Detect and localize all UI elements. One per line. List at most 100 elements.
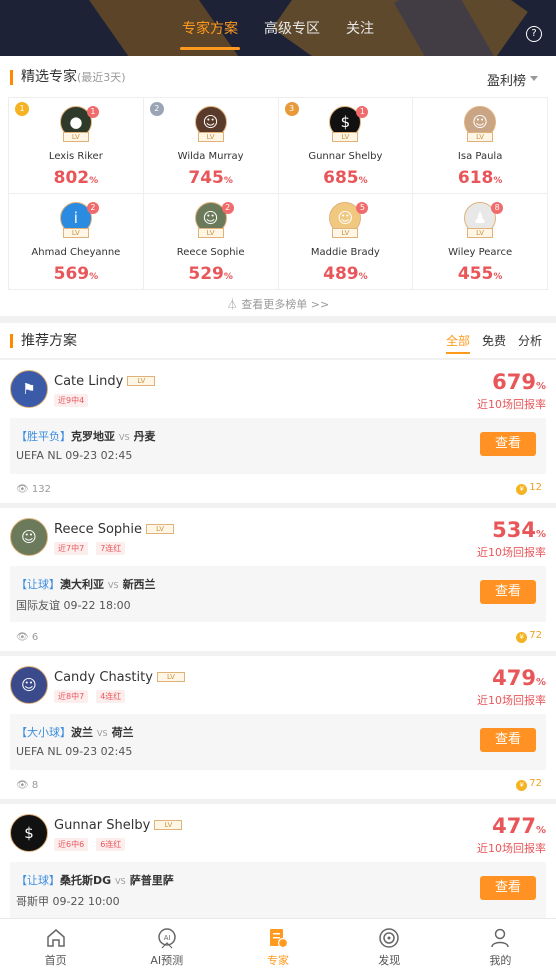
match-teams: 【让球】澳大利亚 VS 新西兰	[16, 576, 156, 592]
count-badge: 2	[86, 202, 99, 214]
profile-icon	[491, 928, 510, 948]
return-rate-label: 近10场回报率	[477, 546, 546, 559]
level-badge: LV	[156, 672, 185, 682]
return-rate-label: 近10场回报率	[477, 694, 546, 707]
expert-card[interactable]: ☺ LV 5 Maddie Brady 489%	[278, 194, 414, 290]
view-button[interactable]: 查看	[480, 728, 536, 752]
view-button[interactable]: 查看	[480, 580, 536, 604]
expert-rate-value: 802	[53, 168, 90, 188]
nav-expert[interactable]: 专家	[222, 919, 333, 973]
plan-card[interactable]: ☺ Candy Chastity LV 近8中7 4连红 479% 近10场回报率 …	[0, 656, 556, 799]
nav-profile[interactable]: 我的	[445, 919, 556, 973]
level-badge: LV	[197, 132, 224, 142]
view-count-value: 8	[31, 780, 39, 791]
play-type: 【胜平负】	[16, 430, 71, 443]
expert-rate: 685%	[279, 168, 413, 188]
expert-rate-unit: %	[89, 272, 99, 282]
home-team: 波兰	[71, 726, 93, 739]
play-type: 【大小球】	[16, 726, 71, 739]
plan-card[interactable]: $ Gunnar Shelby LV 近6中6 6连红 477% 近10场回报率 【…	[0, 804, 556, 918]
expert-card[interactable]: 3 $ LV 1 Gunnar Shelby 685%	[278, 98, 414, 194]
expert-card[interactable]: ☺ LV Isa Paula 618%	[413, 98, 548, 194]
record-tags: 近8中7 4连红	[54, 690, 126, 703]
filter-analysis[interactable]: 分析	[518, 332, 542, 354]
avatar[interactable]: ☺	[10, 518, 48, 556]
return-rate-value: 534	[492, 518, 536, 542]
vs-label: VS	[115, 877, 126, 886]
match-info[interactable]: 【让球】桑托斯DG VS 萨普里萨 哥斯甲 09-22 10:00 查看	[10, 862, 546, 918]
record-tags: 近7中7 7连红	[54, 542, 126, 555]
match-teams: 【大小球】波兰 VS 荷兰	[16, 724, 134, 740]
nav-label: 专家	[267, 954, 289, 967]
rank-medal-icon: 2	[149, 102, 164, 116]
expert-rate: 455%	[413, 264, 547, 284]
avatar[interactable]: ☺	[10, 666, 48, 704]
match-info[interactable]: 【让球】澳大利亚 VS 新西兰 国际友谊 09-22 18:00 查看	[10, 566, 546, 622]
return-rate: 679%	[492, 370, 546, 394]
play-type: 【让球】	[16, 874, 60, 887]
price-value: 12	[529, 482, 542, 493]
expert-card[interactable]: ♟ LV 8 Wiley Pearce 455%	[413, 194, 548, 290]
filter-all[interactable]: 全部	[445, 332, 470, 354]
expert-rate: 569%	[9, 264, 143, 284]
level-badge: LV	[332, 228, 359, 238]
play-type: 【让球】	[16, 578, 60, 591]
expert-card[interactable]: 2 ☺ LV Wilda Murray 745%	[143, 98, 279, 194]
section-title-note: (最近3天)	[77, 71, 126, 84]
view-button[interactable]: 查看	[480, 432, 536, 456]
expert-rate-value: 618	[457, 168, 494, 188]
more-rankings-link[interactable]: ⏃ 查看更多榜单 >>	[0, 296, 556, 312]
expert-name: Candy Chastity LV	[54, 670, 185, 685]
question-icon[interactable]: ?	[526, 26, 542, 42]
ai-icon: AI	[158, 928, 176, 949]
match-info[interactable]: 【大小球】波兰 VS 荷兰 UEFA NL 09-23 02:45 查看	[10, 714, 546, 770]
avatar: ☺ LV 5	[327, 202, 369, 242]
home-team: 澳大利亚	[60, 578, 104, 591]
away-team: 萨普里萨	[129, 874, 174, 887]
expert-rate-unit: %	[89, 176, 99, 186]
avatar[interactable]: ⚑	[10, 370, 48, 408]
count-badge: 1	[86, 106, 99, 118]
return-rate-label: 近10场回报率	[477, 842, 546, 855]
avatar[interactable]: $	[10, 814, 48, 852]
expert-card[interactable]: i LV 2 Ahmad Cheyanne 569%	[9, 194, 144, 290]
avatar: $ LV 1	[327, 106, 369, 146]
match-info[interactable]: 【胜平负】克罗地亚 VS 丹麦 UEFA NL 09-23 02:45 查看	[10, 418, 546, 474]
nav-discover[interactable]: 发现	[334, 919, 445, 973]
nav-home[interactable]: 首页	[0, 919, 111, 973]
expert-name: Gunnar Shelby	[308, 151, 383, 162]
avatar: ☺ LV	[193, 106, 229, 146]
tab-follow[interactable]: 关注	[344, 12, 376, 44]
price: ¥12	[516, 482, 542, 495]
expert-rate-value: 569	[53, 264, 90, 284]
more-rankings-text: 查看更多榜单 >>	[241, 298, 330, 311]
match-teams: 【让球】桑托斯DG VS 萨普里萨	[16, 872, 174, 888]
sort-dropdown[interactable]: 盈利榜	[487, 70, 538, 89]
level-badge: LV	[332, 132, 359, 142]
view-button[interactable]: 查看	[480, 876, 536, 900]
expert-name: Maddie Brady	[310, 247, 380, 258]
record-tag: 4连红	[96, 690, 126, 703]
filter-free[interactable]: 免费	[482, 332, 506, 354]
avatar: ☺ LV	[462, 106, 498, 146]
expert-grid: 1 ● LV 1 Lexis Riker 802% 2 ☺ LV Wilda Mu…	[8, 97, 548, 290]
expert-rate-unit: %	[358, 272, 368, 282]
featured-experts-section: 精选专家(最近3天) 盈利榜 1 ● LV 1 Lexis Riker 802%…	[0, 56, 556, 316]
expert-name: Wiley Pearce	[448, 247, 513, 258]
tab-expert-plans[interactable]: 专家方案	[180, 12, 240, 50]
vs-label: VS	[108, 581, 119, 590]
league-time: 国际友谊 09-22 18:00	[16, 599, 131, 612]
plan-card[interactable]: ☺ Reece Sophie LV 近7中7 7连红 534% 近10场回报率 【让…	[0, 508, 556, 651]
avatar: ● LV 1	[58, 106, 99, 146]
expert-name: Isa Paula	[457, 151, 503, 162]
record-tag: 7连红	[96, 542, 126, 555]
plan-card[interactable]: ⚑ Cate Lindy LV 近9中4 679% 近10场回报率 【胜平负】克罗…	[0, 360, 556, 503]
expert-card[interactable]: 1 ● LV 1 Lexis Riker 802%	[9, 98, 144, 194]
tab-premium-zone[interactable]: 高级专区	[262, 12, 322, 44]
expert-name-text: Reece Sophie	[54, 522, 143, 537]
expert-card[interactable]: ☺ LV 2 Reece Sophie 529%	[143, 194, 279, 290]
expert-name: Reece Sophie	[176, 247, 245, 258]
level-badge: LV	[154, 820, 183, 830]
nav-ai-predict[interactable]: AI AI预测	[111, 919, 222, 973]
avatar: ♟ LV 8	[462, 202, 504, 242]
